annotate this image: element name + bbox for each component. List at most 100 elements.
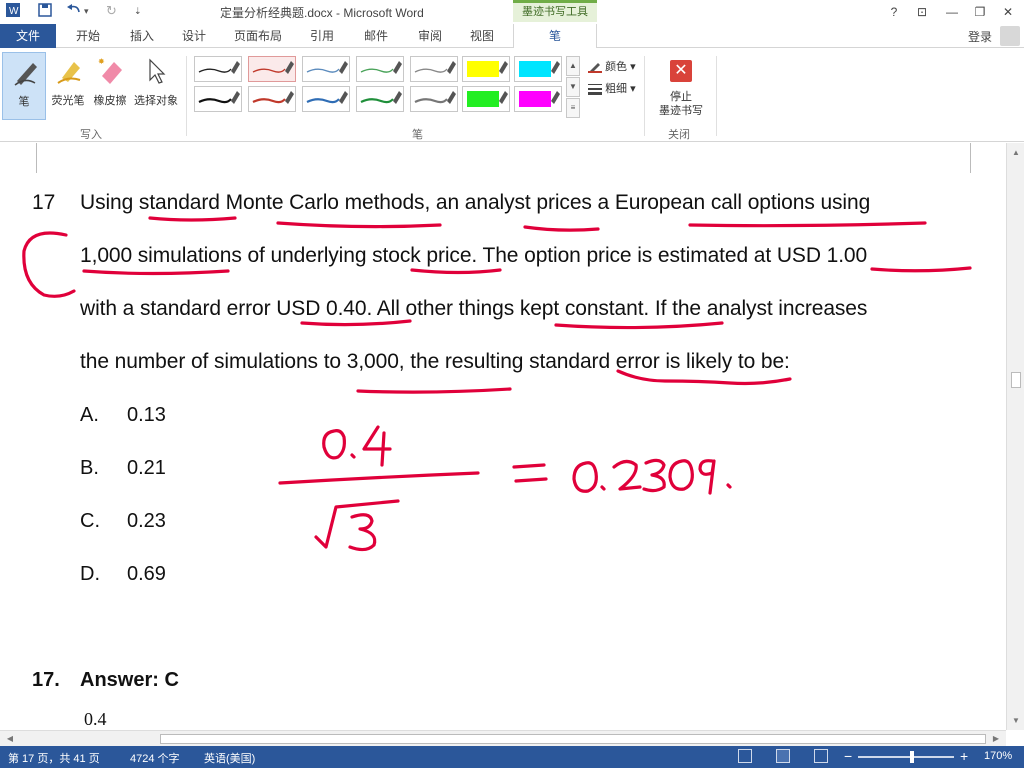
undo-icon[interactable]	[66, 3, 82, 20]
pen-tool-button[interactable]: 笔	[2, 52, 46, 120]
zoom-slider-handle[interactable]	[910, 751, 914, 763]
maximize-button[interactable]: ❐	[970, 3, 990, 21]
minimize-button[interactable]: —	[942, 3, 962, 21]
highlighter-swatch-icon	[467, 61, 508, 77]
print-layout-icon[interactable]	[776, 749, 790, 763]
word-count[interactable]: 4724 个字	[130, 750, 180, 766]
title-bar: W ▾ ↻ ⇣ 定量分析经典题.docx - Microsoft Word 墨迹…	[0, 0, 1024, 24]
pen-style-swatch[interactable]	[302, 86, 350, 112]
tab-mailings[interactable]: 邮件	[356, 24, 396, 48]
pen-color-dropdown[interactable]: 颜色 ▾	[588, 58, 636, 74]
option-d-letter: D.	[80, 563, 100, 585]
customize-toolbar-icon[interactable]: ⇣	[134, 6, 142, 17]
sign-in-link[interactable]: 登录	[968, 28, 992, 45]
stop-inking-button[interactable]: ✕ 停止 墨迹书写	[652, 54, 710, 124]
highlighter-icon	[57, 62, 81, 84]
document-canvas[interactable]: 17 Using standard Monte Carlo methods, a…	[0, 143, 1006, 730]
eraser-tool-label: 橡皮擦	[93, 95, 127, 107]
highlighter-tool-button[interactable]: 荧光笔	[46, 52, 90, 120]
tab-design[interactable]: 设计	[174, 24, 214, 48]
pen-style-swatch[interactable]	[248, 86, 296, 112]
tab-file[interactable]: 文件	[0, 24, 56, 48]
group-label-close: 关闭	[668, 129, 690, 141]
ink-digit-9	[698, 459, 716, 495]
scroll-up-icon[interactable]: ▲	[1010, 147, 1022, 159]
ink-underline	[688, 221, 927, 228]
zoom-slider[interactable]	[858, 756, 954, 758]
gallery-scroll-down-icon[interactable]: ▼	[566, 77, 580, 97]
zoom-level[interactable]: 170%	[984, 750, 1012, 762]
tab-insert[interactable]: 插入	[122, 24, 162, 48]
highlighter-swatch-icon	[519, 91, 560, 107]
ink-annotation-layer	[22, 216, 972, 552]
pen-color-icon	[588, 63, 602, 74]
pen-style-swatch[interactable]	[302, 56, 350, 82]
scroll-right-icon[interactable]: ▶	[990, 733, 1002, 745]
pen-style-swatch[interactable]	[248, 56, 296, 82]
pen-style-swatch[interactable]	[410, 56, 458, 82]
option-d-value: 0.69	[127, 563, 166, 585]
zoom-out-button[interactable]: −	[844, 748, 852, 764]
ink-digit-2	[612, 459, 642, 491]
gallery-scroll-up-icon[interactable]: ▲	[566, 56, 580, 76]
tab-references[interactable]: 引用	[302, 24, 342, 48]
eraser-icon: ✸	[98, 57, 122, 84]
word-app-icon[interactable]: W	[6, 3, 20, 20]
help-button[interactable]: ?	[884, 3, 904, 21]
ink-underline	[870, 266, 972, 273]
tab-view[interactable]: 视图	[462, 24, 502, 48]
redo-icon[interactable]: ↻	[106, 3, 117, 19]
pen-weight-dropdown[interactable]: 粗细 ▾	[588, 80, 636, 96]
pen-style-swatch[interactable]	[356, 56, 404, 82]
ink-underline	[300, 319, 412, 327]
pen-stroke-icon	[306, 91, 348, 104]
pen-stroke-icon	[198, 91, 240, 104]
vertical-scrollbar[interactable]: ▲ ▼	[1006, 143, 1024, 730]
status-bar: 第 17 页，共 41 页 4724 个字 英语(美国) − + 170%	[0, 746, 1024, 768]
account-avatar[interactable]	[1000, 26, 1020, 46]
save-icon[interactable]	[38, 3, 52, 20]
answer-number: 17.	[32, 669, 60, 691]
stop-inking-label-line1: 停止	[670, 91, 692, 103]
close-button[interactable]: ✕	[998, 3, 1018, 21]
tab-page-layout[interactable]: 页面布局	[228, 24, 288, 48]
pen-weight-label: 粗细	[605, 83, 628, 95]
tab-review[interactable]: 审阅	[410, 24, 450, 48]
pen-style-swatch[interactable]	[410, 86, 458, 112]
page-count[interactable]: 第 17 页，共 41 页	[8, 750, 100, 766]
ribbon-display-options-button[interactable]: ⊡	[912, 3, 932, 21]
pen-style-swatch[interactable]	[514, 86, 562, 112]
web-layout-icon[interactable]	[814, 749, 828, 763]
eraser-tool-button[interactable]: ✸ 橡皮擦	[88, 52, 132, 120]
pen-style-swatch[interactable]	[356, 86, 404, 112]
language-indicator[interactable]: 英语(美国)	[204, 750, 255, 766]
stop-inking-label-line2: 墨迹书写	[659, 105, 703, 117]
document-title: 定量分析经典题.docx - Microsoft Word	[220, 6, 424, 20]
vertical-scroll-thumb[interactable]	[1011, 372, 1021, 388]
tab-home[interactable]: 开始	[68, 24, 108, 48]
pen-style-swatch[interactable]	[194, 86, 242, 112]
pen-stroke-icon	[360, 61, 402, 74]
group-label-write: 写入	[80, 129, 102, 141]
horizontal-scroll-thumb[interactable]	[160, 734, 986, 744]
read-mode-icon[interactable]	[738, 749, 752, 763]
pen-style-swatch[interactable]	[194, 56, 242, 82]
pen-style-swatch[interactable]	[514, 56, 562, 82]
pen-color-label: 颜色	[605, 61, 628, 73]
pen-style-swatch[interactable]	[462, 56, 510, 82]
pen-style-swatch[interactable]	[462, 86, 510, 112]
scroll-left-icon[interactable]: ◀	[4, 733, 16, 745]
undo-dropdown-icon[interactable]: ▾	[84, 6, 89, 17]
ink-digit-4	[362, 425, 392, 467]
ink-sqrt	[314, 499, 400, 549]
tab-pen[interactable]: 笔	[513, 24, 597, 49]
select-objects-tool-button[interactable]: 选择对象	[132, 52, 180, 120]
scroll-down-icon[interactable]: ▼	[1010, 715, 1022, 727]
zoom-in-button[interactable]: +	[960, 748, 968, 764]
ink-digit-0	[572, 461, 598, 493]
question-number: 17	[32, 191, 56, 214]
gallery-more-icon[interactable]: ≡	[566, 98, 580, 118]
horizontal-scrollbar[interactable]: ◀ ▶	[0, 730, 1006, 746]
select-cursor-icon	[149, 58, 166, 84]
option-a-value: 0.13	[127, 404, 166, 426]
